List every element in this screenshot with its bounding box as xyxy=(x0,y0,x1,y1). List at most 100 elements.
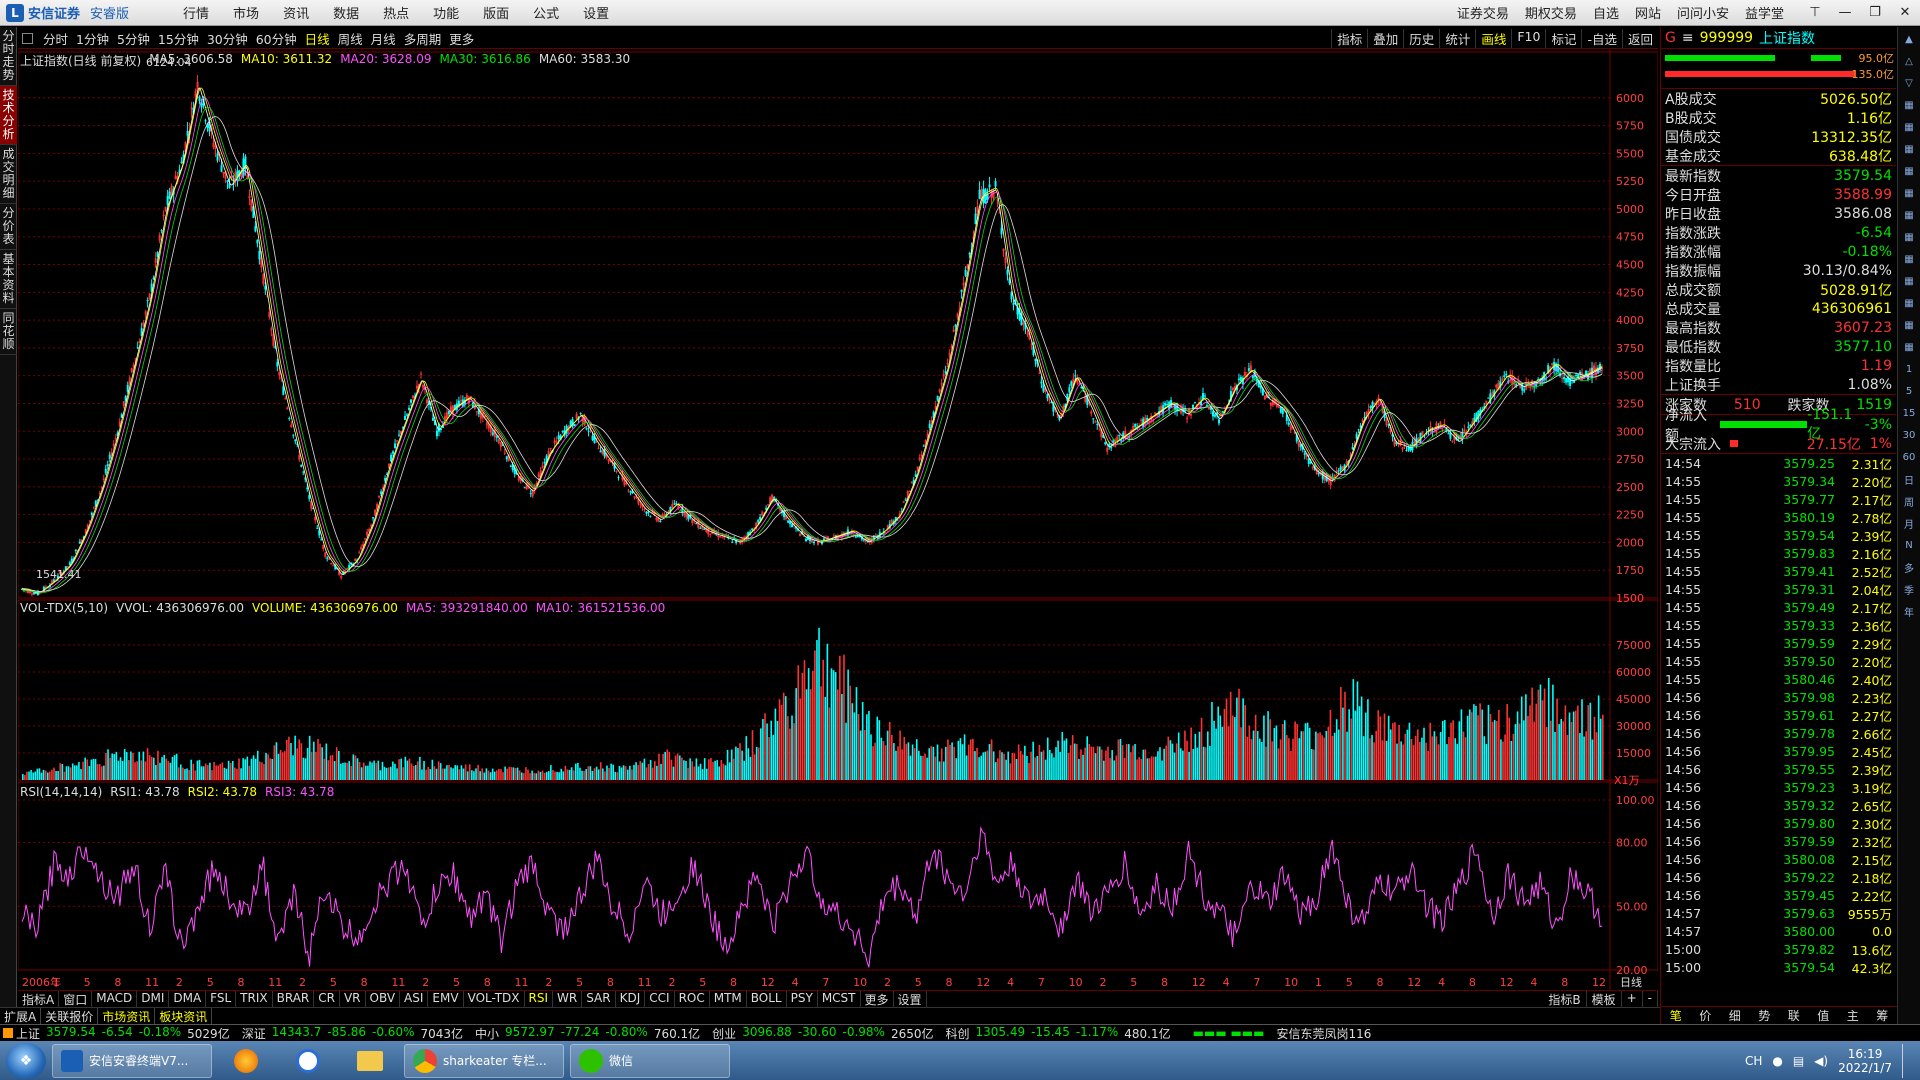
period-shortcut[interactable]: 1 xyxy=(1901,361,1917,377)
tool-icon[interactable]: ▦ xyxy=(1901,207,1917,223)
tool-icon[interactable]: ▦ xyxy=(1901,229,1917,245)
nav-arrow-icon[interactable]: ▲ xyxy=(1901,31,1917,47)
indicator-right-tab[interactable]: 指标B xyxy=(1543,990,1587,1008)
period-tab[interactable]: 更多 xyxy=(445,29,478,48)
quote-panel-tab[interactable]: 势 xyxy=(1758,1007,1770,1024)
indicator-right-tab[interactable]: - xyxy=(1643,990,1658,1008)
indicator-tab[interactable]: SAR xyxy=(582,990,616,1008)
menu-item[interactable]: 热点 xyxy=(371,3,421,22)
menu-item[interactable]: 市场 xyxy=(221,3,271,22)
chart-area[interactable]: 1500 1750 2000 2250 2500 2750 3000 3250 3500 3750… xyxy=(18,50,1658,990)
close-button[interactable]: ✕ xyxy=(1890,5,1920,20)
indicator-tab[interactable]: TRIX xyxy=(236,990,273,1008)
start-button[interactable]: ❖ xyxy=(6,1042,46,1079)
ticker-item[interactable]: 中小 9572.97 -77.24 -0.80% 760.1亿 xyxy=(475,1025,700,1042)
tool-icon[interactable]: ▦ xyxy=(1901,185,1917,201)
menu-item[interactable]: 公式 xyxy=(521,3,571,22)
period-shortcut[interactable]: N xyxy=(1901,537,1917,553)
period-shortcut[interactable]: 日 xyxy=(1901,471,1917,487)
tool-icon[interactable]: ▦ xyxy=(1901,163,1917,179)
indicator-tab[interactable]: DMA xyxy=(169,990,207,1008)
menu-item[interactable]: 版面 xyxy=(471,3,521,22)
right-menu-item[interactable]: 网站 xyxy=(1627,3,1669,22)
indicator-tab[interactable]: CCI xyxy=(645,990,675,1008)
chart-button[interactable]: 统计 xyxy=(1439,29,1475,48)
indicator-tab[interactable]: ROC xyxy=(675,990,710,1008)
tray-wechat-icon[interactable]: ● xyxy=(1772,1054,1782,1068)
chart-button[interactable]: 历史 xyxy=(1403,29,1439,48)
clock[interactable]: 16:19 2022/1/7 xyxy=(1838,1047,1892,1075)
left-tab[interactable]: 分价表 xyxy=(0,204,17,250)
quote-panel-tab[interactable]: 联 xyxy=(1788,1007,1800,1024)
period-shortcut[interactable]: 月 xyxy=(1901,515,1917,531)
right-menu-item[interactable]: 问问小安 xyxy=(1669,3,1737,22)
indicator-tab[interactable]: MCST xyxy=(818,990,861,1008)
period-shortcut[interactable]: 30 xyxy=(1901,427,1917,443)
indicator-tab[interactable]: CR xyxy=(314,990,340,1008)
chart-button[interactable]: F10 xyxy=(1511,29,1545,48)
taskbar-explorer[interactable] xyxy=(342,1044,398,1078)
tool-icon[interactable]: ▦ xyxy=(1901,251,1917,267)
indicator-tab[interactable]: RSI xyxy=(525,990,554,1008)
period-tab[interactable]: 15分钟 xyxy=(154,29,203,48)
nav-arrow-icon[interactable]: ▽ xyxy=(1901,75,1917,91)
tool-icon[interactable]: ▦ xyxy=(1901,97,1917,113)
tool-icon[interactable]: ▦ xyxy=(1901,295,1917,311)
panel-toggle-icon[interactable] xyxy=(22,33,33,44)
nav-arrow-icon[interactable]: △ xyxy=(1901,53,1917,69)
chart-button[interactable]: 画线 xyxy=(1475,29,1511,48)
period-shortcut[interactable]: 5 xyxy=(1901,383,1917,399)
period-tab[interactable]: 周线 xyxy=(334,29,367,48)
indicator-tab[interactable]: OBV xyxy=(366,990,401,1008)
right-menu-item[interactable]: 证券交易 xyxy=(1449,3,1517,22)
left-tab[interactable]: 同花顺 xyxy=(0,309,17,355)
left-tab[interactable]: 基本资料 xyxy=(0,250,17,309)
left-tab[interactable]: 技术分析 xyxy=(0,86,17,145)
taskbar-item-chrome[interactable]: sharkeater 专栏... xyxy=(404,1043,564,1078)
indicator-right-tab[interactable]: + xyxy=(1622,990,1643,1008)
tool-icon[interactable]: ▦ xyxy=(1901,273,1917,289)
indicator-tab[interactable]: WR xyxy=(553,990,583,1008)
period-tab[interactable]: 30分钟 xyxy=(203,29,252,48)
right-menu-item[interactable]: 期权交易 xyxy=(1517,3,1585,22)
period-shortcut[interactable]: 年 xyxy=(1901,603,1917,619)
period-shortcut[interactable]: 周 xyxy=(1901,493,1917,509)
indicator-tab[interactable]: 窗口 xyxy=(59,990,93,1008)
chart-button[interactable]: 标记 xyxy=(1545,29,1581,48)
tray-network-icon[interactable]: ▤ xyxy=(1793,1054,1804,1068)
show-desktop-button[interactable] xyxy=(1902,1043,1912,1078)
indicator-tab[interactable]: 指标A xyxy=(18,990,60,1008)
period-tab[interactable]: 分时 xyxy=(39,29,72,48)
taskbar-item-wechat[interactable]: 微信 xyxy=(570,1043,730,1078)
left-tab[interactable]: 成交明细 xyxy=(0,145,17,204)
indicator-tab[interactable]: BOLL xyxy=(747,990,787,1008)
taskbar-item-app[interactable]: 安信安睿终端V7... xyxy=(52,1043,212,1078)
bottom-tab[interactable]: 扩展A xyxy=(0,1007,42,1025)
menu-item[interactable]: 数据 xyxy=(321,3,371,22)
period-tab[interactable]: 60分钟 xyxy=(252,29,301,48)
ticker-item[interactable]: 创业 3096.88 -30.60 -0.98% 2650亿 xyxy=(712,1025,933,1042)
quote-panel-tab[interactable]: 主 xyxy=(1847,1007,1859,1024)
indicator-tab[interactable]: VR xyxy=(340,990,366,1008)
tool-icon[interactable]: ▦ xyxy=(1901,339,1917,355)
period-shortcut[interactable]: 季 xyxy=(1901,581,1917,597)
chart-button[interactable]: 指标 xyxy=(1331,29,1367,48)
period-tab[interactable]: 日线 xyxy=(301,29,334,48)
period-shortcut[interactable]: 15 xyxy=(1901,405,1917,421)
taskbar-firefox[interactable] xyxy=(218,1044,274,1078)
menu-item[interactable]: 行情 xyxy=(171,3,221,22)
ticker-item[interactable]: 上证 3579.54 -6.54 -0.18% 5029亿 xyxy=(16,1025,230,1042)
quote-panel-tab[interactable]: 价 xyxy=(1699,1007,1711,1024)
tool-icon[interactable]: ▦ xyxy=(1901,141,1917,157)
menu-item[interactable]: 资讯 xyxy=(271,3,321,22)
indicator-tab[interactable]: MACD xyxy=(92,990,138,1008)
chart-button[interactable]: 返回 xyxy=(1621,29,1658,48)
indicator-tab[interactable]: 设置 xyxy=(894,990,927,1008)
indicator-tab[interactable]: FSL xyxy=(206,990,237,1008)
quote-panel-tab[interactable]: 筹 xyxy=(1876,1007,1888,1024)
restore-button[interactable]: ❐ xyxy=(1860,5,1890,20)
tool-icon[interactable]: ▦ xyxy=(1901,119,1917,135)
minimize-button[interactable]: — xyxy=(1830,5,1860,20)
chart-button[interactable]: 叠加 xyxy=(1367,29,1403,48)
indicator-tab[interactable]: KDJ xyxy=(616,990,646,1008)
